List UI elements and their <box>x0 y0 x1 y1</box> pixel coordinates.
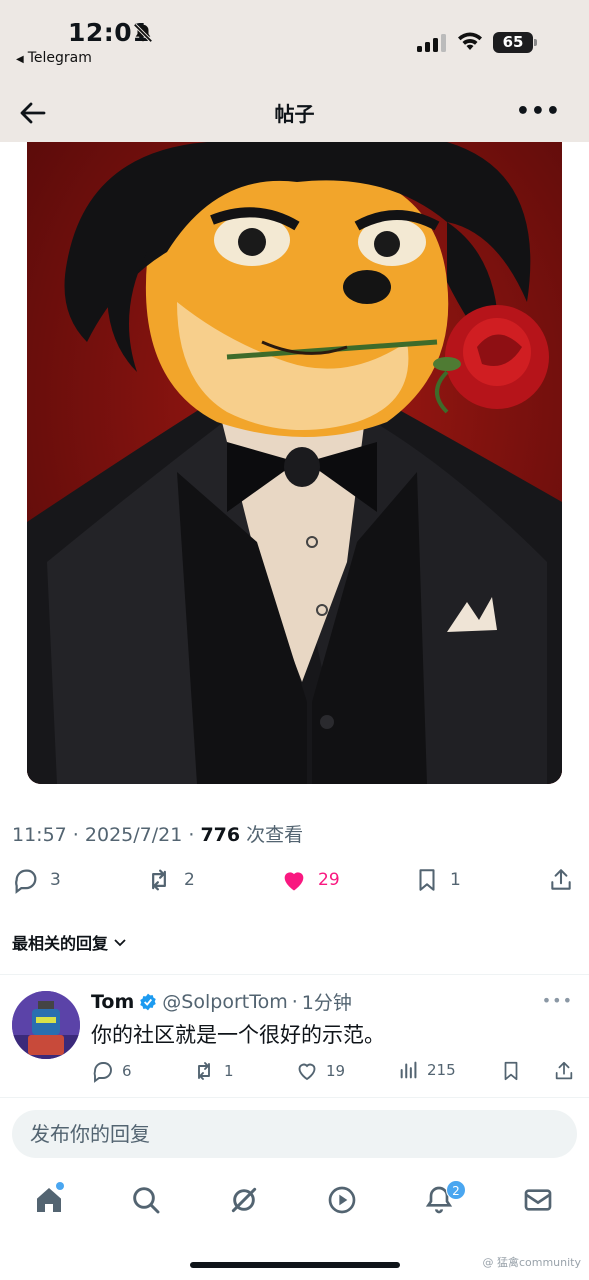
repost-count: 2 <box>184 870 195 890</box>
more-options-icon[interactable]: ••• <box>516 99 561 124</box>
reply-repost-count: 1 <box>224 1062 234 1080</box>
reply-views-action[interactable]: 215 <box>398 1059 456 1081</box>
status-bar: 12:01 ◀ Telegram 65 <box>0 0 589 90</box>
like-count: 29 <box>318 870 340 890</box>
chevron-down-icon <box>114 939 126 947</box>
share-action[interactable] <box>548 866 574 894</box>
reply-icon <box>15 869 37 894</box>
reply-share-action[interactable] <box>553 1059 575 1083</box>
post-view-count: 776 <box>200 824 241 846</box>
grok-icon[interactable] <box>228 1184 260 1216</box>
views-chart-icon <box>400 1061 417 1079</box>
notifications-badge: 2 <box>446 1180 466 1200</box>
replies-sort-dropdown[interactable]: 最相关的回复 <box>12 930 128 954</box>
play-video-icon[interactable] <box>326 1184 358 1216</box>
repost-icon <box>198 1062 210 1080</box>
post-date: 2025/7/21 <box>84 824 183 846</box>
reply-time: 1分钟 <box>301 992 352 1014</box>
page-title: 帖子 <box>274 102 315 126</box>
reply-compose-input[interactable]: 发布你的回复 <box>12 1110 577 1158</box>
reply-icon <box>93 1062 112 1083</box>
reply-view-count: 215 <box>427 1061 456 1079</box>
battery-indicator: 65 <box>493 32 537 53</box>
reply-author-handle[interactable]: @SolportTom <box>162 991 287 1013</box>
post-image[interactable] <box>27 142 562 784</box>
share-icon <box>551 869 571 890</box>
top-nav-bar: 帖子 ••• <box>0 90 589 142</box>
reply-action[interactable]: 3 <box>12 866 61 894</box>
post-meta: 11:57 · 2025/7/21 · 776 次查看 <box>12 824 304 846</box>
back-app-label: Telegram <box>27 50 92 66</box>
reply-like-count: 19 <box>326 1062 346 1080</box>
repost-action[interactable]: 2 <box>144 866 195 894</box>
watermark: @ 猛禽community <box>482 1256 581 1269</box>
reply-author-name[interactable]: Tom <box>91 991 134 1013</box>
share-icon <box>555 1061 573 1080</box>
reply-count: 3 <box>50 870 61 890</box>
heart-filled-icon <box>284 872 304 891</box>
reply-text: 你的社区就是一个很好的示范。 <box>91 1023 385 1047</box>
bookmark-icon <box>419 869 435 891</box>
reply-like-action[interactable]: 19 <box>295 1059 345 1083</box>
bell-muted-icon <box>133 23 153 43</box>
repost-icon <box>152 869 166 891</box>
verified-badge-icon <box>140 993 157 1010</box>
back-to-app-link[interactable]: ◀ Telegram <box>16 50 92 66</box>
reply-repost-action[interactable]: 1 <box>191 1059 234 1083</box>
cellular-signal-icon <box>417 34 446 52</box>
bookmark-count: 1 <box>450 870 461 890</box>
messages-mail-icon[interactable] <box>522 1184 554 1216</box>
robot-avatar-image <box>12 991 80 1059</box>
post-actions: 3 2 29 1 <box>0 866 589 902</box>
post-views-label: 次查看 <box>246 824 304 846</box>
reply-actions: 6 1 19 215 <box>0 1059 589 1085</box>
home-unread-dot <box>56 1182 64 1190</box>
like-action[interactable]: 29 <box>280 866 340 894</box>
divider <box>0 974 589 975</box>
reply-header: Tom @SolportTom · 1分钟 <box>91 988 352 1015</box>
search-icon[interactable] <box>130 1184 162 1216</box>
home-indicator <box>190 1262 400 1268</box>
bookmark-action[interactable]: 1 <box>414 866 461 894</box>
replies-sort-label: 最相关的回复 <box>12 934 109 953</box>
bookmark-icon <box>504 1061 518 1081</box>
bottom-tab-bar <box>0 1172 589 1232</box>
dog-in-tuxedo-illustration <box>27 142 562 784</box>
reply-more-icon[interactable]: ••• <box>542 991 573 1010</box>
reply-reply-action[interactable]: 6 <box>91 1059 132 1083</box>
reply-bookmark-action[interactable] <box>500 1059 522 1083</box>
heart-icon <box>298 1063 316 1081</box>
wifi-icon <box>458 32 482 50</box>
post-time: 11:57 <box>12 824 67 846</box>
reply-reply-count: 6 <box>122 1062 132 1080</box>
divider <box>0 1097 589 1098</box>
avatar[interactable] <box>12 991 80 1059</box>
